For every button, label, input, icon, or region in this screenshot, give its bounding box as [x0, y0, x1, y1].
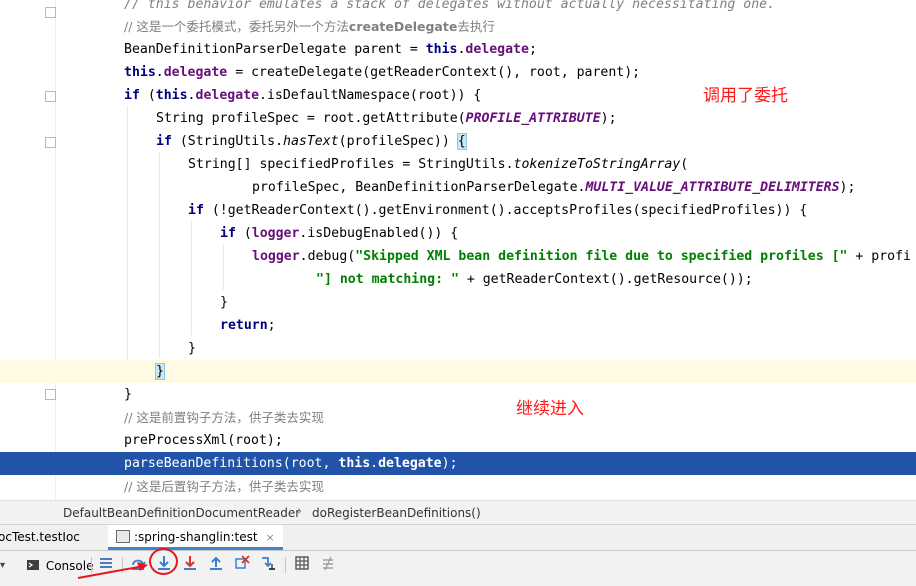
code-statement: if (logger.isDebugEnabled()) {: [220, 226, 459, 241]
run-to-cursor-icon[interactable]: [258, 555, 278, 575]
code-statement: String profileSpec = root.getAttribute(P…: [156, 111, 617, 126]
breadcrumb: DefaultBeanDefinitionDocumentReader › do…: [0, 500, 916, 525]
evaluate-expression-icon[interactable]: [292, 555, 312, 575]
code-line: }: [0, 383, 916, 406]
code-line: // 这是一个委托模式，委托另外一个方法createDelegate去执行: [0, 15, 916, 38]
code-brace: }: [124, 387, 132, 402]
code-line: if (!getReaderContext().getEnvironment()…: [0, 199, 916, 222]
annotation-arrow: [77, 562, 148, 579]
debug-tab-bar: ocTest.testIoc :spring-shanglin:test ×: [0, 525, 916, 551]
code-line: // this behavior emulates a stack of del…: [0, 0, 916, 16]
code-line: String[] specifiedProfiles = StringUtils…: [0, 153, 916, 176]
execution-line: parseBeanDefinitions(root, this.delegate…: [0, 452, 916, 494]
code-line: "] not matching: " + getReaderContext().…: [0, 268, 916, 291]
tab-label: ocTest.testIoc: [0, 530, 80, 544]
code-brace: }: [155, 360, 165, 383]
muted-breakpoint-icon[interactable]: [23, 456, 84, 494]
code-line: // 这是前置钩子方法，供子类去实现: [0, 406, 916, 429]
tab-spring-shanglin-test[interactable]: :spring-shanglin:test ×: [108, 525, 283, 550]
step-out-icon[interactable]: [206, 555, 226, 575]
matched-brace: }: [155, 363, 165, 380]
code-comment: // 这是前置钩子方法，供子类去实现: [124, 410, 324, 425]
toolbar-divider: [285, 557, 286, 573]
code-line: logger.debug("Skipped XML bean definitio…: [0, 245, 916, 268]
console-icon: [27, 560, 39, 570]
code-statement: if (!getReaderContext().getEnvironment()…: [188, 203, 808, 218]
caret-line: }: [0, 360, 916, 383]
code-comment: // this behavior emulates a stack of del…: [124, 0, 776, 12]
breadcrumb-class[interactable]: DefaultBeanDefinitionDocumentReader: [63, 506, 300, 520]
code-statement: profileSpec, BeanDefinitionParserDelegat…: [252, 180, 856, 195]
code-line: BeanDefinitionParserDelegate parent = th…: [0, 38, 916, 61]
breadcrumb-separator: ›: [297, 504, 303, 519]
code-statement: "] not matching: " + getReaderContext().…: [316, 272, 753, 287]
code-brace: }: [220, 295, 228, 310]
tab-label: :spring-shanglin:test: [134, 530, 258, 544]
gradle-run-icon: [116, 530, 130, 543]
code-statement: parseBeanDefinitions(root, this.delegate…: [124, 456, 458, 471]
code-statement: preProcessXml(root);: [124, 433, 283, 448]
code-comment: // 这是后置钩子方法，供子类去实现: [124, 479, 324, 494]
drop-frame-icon[interactable]: [232, 555, 252, 575]
code-statement: logger.debug("Skipped XML bean definitio…: [252, 249, 912, 264]
code-statement: return;: [220, 318, 276, 333]
collapse-arrow-icon[interactable]: ▾: [0, 560, 5, 571]
annotation-continue-note: 继续进入: [516, 399, 584, 419]
code-line: String profileSpec = root.getAttribute(P…: [0, 107, 916, 130]
code-line: preProcessXml(root);: [0, 429, 916, 452]
code-line: // 这是后置钩子方法，供子类去实现: [0, 475, 916, 498]
code-line: }: [0, 337, 916, 360]
code-line: profileSpec, BeanDefinitionParserDelegat…: [0, 176, 916, 199]
code-brace: }: [188, 341, 196, 356]
close-icon[interactable]: ×: [266, 531, 275, 544]
code-line: if (StringUtils.hasText(profileSpec)) {: [0, 130, 916, 153]
force-step-into-icon[interactable]: [180, 555, 200, 575]
code-statement: if (StringUtils.hasText(profileSpec)) {: [156, 133, 467, 150]
code-statement: this.delegate = createDelegate(getReader…: [124, 65, 641, 80]
code-statement: BeanDefinitionParserDelegate parent = th…: [124, 42, 537, 57]
code-editor[interactable]: // this behavior emulates a stack of del…: [0, 0, 916, 500]
code-line: if (logger.isDebugEnabled()) {: [0, 222, 916, 245]
annotation-delegate-note: 调用了委托: [703, 86, 788, 106]
code-statement: String[] specifiedProfiles = StringUtils…: [188, 157, 689, 172]
matched-brace: {: [456, 133, 467, 150]
tab-testioc[interactable]: ocTest.testIoc: [0, 525, 88, 550]
code-comment: // 这是一个委托模式，委托另外一个方法createDelegate去执行: [124, 19, 495, 34]
code-line: return;: [0, 314, 916, 337]
breadcrumb-method[interactable]: doRegisterBeanDefinitions(): [312, 506, 481, 520]
trace-icon[interactable]: [318, 555, 338, 575]
code-line: }: [0, 291, 916, 314]
code-statement: if (this.delegate.isDefaultNamespace(roo…: [124, 88, 482, 103]
